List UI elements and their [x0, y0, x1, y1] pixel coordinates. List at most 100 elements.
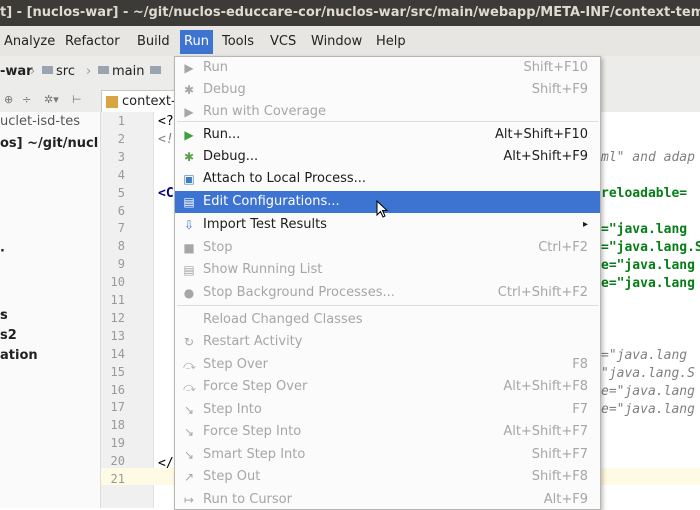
line-number: 7 — [117, 221, 125, 236]
run-icon: ▶ — [184, 128, 194, 142]
run-menu-item-force-step-into[interactable]: ↘ Force Step Into Alt+Shift+F7 — [175, 421, 600, 443]
breadcrumb-main[interactable]: main — [98, 64, 144, 79]
chevron-right-icon: › — [86, 64, 92, 79]
line-number: 4 — [117, 167, 125, 182]
run-menu-item-step-over[interactable]: ⤼ Step Over F8 — [175, 354, 600, 376]
line-number: 17 — [110, 400, 125, 415]
run-menu-item-reload-changed-classes[interactable]: Reload Changed Classes — [175, 309, 600, 331]
menu-help[interactable]: Help — [372, 32, 410, 52]
menu-item-shortcut: Alt+Shift+F7 — [503, 424, 588, 439]
menu-item-label: Debug... — [203, 149, 259, 164]
code-fragment: ml" and adap — [601, 150, 695, 165]
step-out-icon: ↗ — [183, 470, 195, 484]
code-fragment: ="java.lang — [601, 348, 688, 363]
run-menu-item-run[interactable]: ▶ Run Shift+F10 — [175, 57, 600, 79]
project-root-label: os] ~/git/nucl — [0, 136, 99, 151]
run-menu-item-stop-background-processes[interactable]: ● Stop Background Processes... Ctrl+Shift+… — [175, 282, 600, 304]
menu-item-label: Force Step Over — [203, 379, 308, 394]
run-menu-item-force-step-over[interactable]: ⤼ Force Step Over Alt+Shift+F8 — [175, 376, 600, 398]
project-item[interactable]: uclet-isd-tes — [0, 114, 80, 129]
run-menu-item-attach-to-local-process[interactable]: ▣ Attach to Local Process... — [175, 168, 600, 190]
menu-item-label: Smart Step Into — [203, 447, 306, 462]
line-number: 18 — [110, 418, 125, 433]
code-fragment: <C — [158, 186, 174, 201]
code-fragment: e="java.lang — [601, 276, 695, 291]
menu-item-label: Import Test Results — [203, 217, 327, 232]
folder-icon — [98, 66, 109, 74]
run-menu-item-step-out[interactable]: ↗ Step Out Shift+F8 — [175, 466, 600, 488]
menu-item-shortcut: Alt+F9 — [543, 492, 588, 507]
code-fragment: reloadable= — [601, 186, 688, 201]
run-menu-item-step-into[interactable]: ↘ Step Into F7 — [175, 399, 600, 421]
restart-icon: ↻ — [183, 335, 195, 349]
run-menu-item-debug[interactable]: ✱ Debug... Alt+Shift+F9 — [175, 146, 600, 168]
project-item[interactable]: s — [0, 308, 8, 323]
menu-item-label: Stop — [203, 240, 233, 255]
collapse-icon[interactable]: ÷ — [22, 93, 31, 106]
debug-icon: ✱ — [183, 150, 195, 164]
menu-item-label: Debug — [203, 82, 246, 97]
menu-item-label: Step Into — [203, 402, 262, 417]
run-menu-item-stop[interactable]: ■ Stop Ctrl+F2 — [175, 237, 600, 259]
line-number: 8 — [117, 239, 125, 254]
project-item[interactable]: os] ~/git/nucl — [0, 136, 98, 151]
gear-icon[interactable]: ✲▾ — [44, 93, 59, 106]
debug-icon: ✱ — [183, 83, 195, 97]
project-item[interactable]: ation — [0, 348, 38, 363]
run-menu-item-show-running-list[interactable]: ▤ Show Running List — [175, 259, 600, 281]
edit-config-icon: ▤ — [183, 195, 195, 209]
breadcrumb-main-label: main — [112, 64, 145, 79]
menu-item-shortcut: F7 — [572, 402, 588, 417]
menu-tools[interactable]: Tools — [218, 32, 258, 52]
menu-item-label: Run — [203, 60, 228, 75]
run-icon: ▶ — [184, 61, 194, 75]
menu-analyze[interactable]: Analyze — [0, 32, 59, 52]
breadcrumb-project[interactable]: -war — [0, 64, 33, 79]
line-number: 14 — [110, 346, 125, 361]
step-into-icon: ↘ — [183, 403, 195, 417]
menu-window[interactable]: Window — [307, 32, 366, 52]
run-menu-item-run[interactable]: ▶ Run... Alt+Shift+F10 — [175, 124, 600, 146]
menu-item-shortcut: Shift+F9 — [531, 82, 588, 97]
line-number: 10 — [110, 275, 125, 290]
run-menu-item-debug[interactable]: ✱ Debug Shift+F9 — [175, 79, 600, 101]
menu-item-label: Run... — [203, 127, 241, 142]
window-title: t] - [nuclos-war] - ~/git/nuclos-educcar… — [0, 5, 700, 20]
code-fragment: ="java.lang — [601, 222, 688, 237]
stop-icon: ■ — [183, 241, 195, 255]
menu-item-label: Stop Background Processes... — [203, 285, 395, 300]
menu-item-shortcut: Alt+Shift+F9 — [503, 149, 588, 164]
line-number: 1 — [117, 114, 125, 128]
folder-icon — [42, 66, 53, 74]
line-number: 15 — [110, 364, 125, 379]
menu-item-label: Attach to Local Process... — [203, 171, 367, 186]
menu-vcs[interactable]: VCS — [266, 32, 300, 52]
project-item[interactable]: s2 — [0, 328, 17, 343]
menu-separator — [177, 305, 598, 306]
import-icon: ⇩ — [183, 218, 195, 232]
run-menu-item-restart-activity[interactable]: ↻ Restart Activity — [175, 331, 600, 353]
menu-item-shortcut: Shift+F7 — [531, 447, 588, 462]
project-item[interactable]: · — [0, 244, 5, 259]
line-number: 5 — [117, 185, 125, 200]
run-menu-item-run-to-cursor[interactable]: ↦ Run to Cursor Alt+F9 — [175, 489, 600, 509]
breadcrumb-src[interactable]: src — [42, 64, 75, 79]
menu-build[interactable]: Build — [133, 32, 174, 52]
list-icon: ▤ — [183, 263, 195, 277]
coverage-icon: ▶ — [184, 105, 194, 119]
force-step-into-icon: ↘ — [183, 425, 195, 439]
line-number: 2 — [117, 131, 125, 146]
sync-icon[interactable]: ⊕ — [4, 93, 13, 106]
line-number: 9 — [117, 257, 125, 272]
run-menu-item-run-with-coverage[interactable]: ▶ Run with Coverage — [175, 101, 600, 123]
hide-icon[interactable]: ⊢ — [72, 93, 82, 106]
menu-run[interactable]: Run — [180, 30, 213, 54]
menu-item-shortcut: Shift+F10 — [523, 60, 588, 75]
menu-item-label: Edit Configurations... — [203, 194, 340, 209]
run-menu-item-smart-step-into[interactable]: ↘ Smart Step Into Shift+F7 — [175, 444, 600, 466]
menu-bar: Analyze Refactor Build Run Tools VCS Win… — [0, 26, 700, 57]
menu-item-shortcut: Ctrl+Shift+F2 — [497, 285, 588, 300]
line-number: 16 — [110, 382, 125, 397]
menu-refactor[interactable]: Refactor — [61, 32, 124, 52]
attach-icon: ▣ — [183, 172, 195, 186]
